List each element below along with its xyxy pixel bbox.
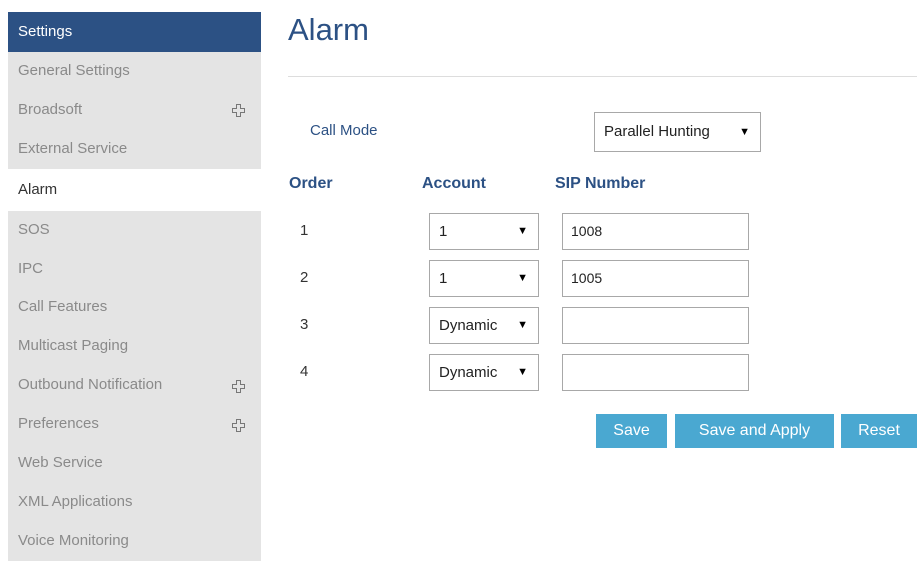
reset-button[interactable]: Reset bbox=[841, 414, 917, 448]
sidebar-item-label: General Settings bbox=[18, 62, 130, 79]
sidebar-item-label: SOS bbox=[18, 220, 50, 238]
sip-number-input[interactable]: 1005 bbox=[562, 260, 749, 297]
sidebar-item-xml-applications[interactable]: XML Applications bbox=[8, 483, 261, 522]
account-select[interactable]: 1 ▼ bbox=[429, 260, 539, 297]
sidebar-item-label: Web Service bbox=[18, 454, 103, 472]
dropdown-arrow-icon: ▼ bbox=[739, 126, 750, 138]
sidebar-item-label: Call Features bbox=[18, 298, 108, 316]
sidebar-item-label: External Service bbox=[18, 139, 128, 157]
account-select[interactable]: 1 ▼ bbox=[429, 213, 539, 250]
sidebar-item-outbound-notification[interactable]: Outbound Notification bbox=[8, 366, 261, 405]
dropdown-arrow-icon: ▼ bbox=[517, 225, 528, 237]
account-value: Dynamic bbox=[439, 317, 498, 334]
account-value: 1 bbox=[439, 270, 448, 287]
sidebar-item-call-features[interactable]: Call Features bbox=[8, 288, 261, 327]
save-button[interactable]: Save bbox=[596, 414, 667, 448]
dropdown-arrow-icon: ▼ bbox=[517, 319, 528, 331]
sidebar-item-label: XML Applications bbox=[18, 492, 133, 510]
sip-number-input[interactable]: 1008 bbox=[562, 213, 749, 250]
account-select[interactable]: Dynamic ▼ bbox=[429, 307, 539, 344]
sip-number-input[interactable] bbox=[562, 307, 749, 344]
call-mode-label: Call Mode bbox=[310, 122, 378, 139]
sidebar-item-broadsoft[interactable]: Broadsoft bbox=[8, 91, 261, 130]
sidebar-item-web-service[interactable]: Web Service bbox=[8, 444, 261, 483]
expand-plus-icon[interactable] bbox=[232, 104, 245, 118]
sidebar-item-multicast-paging[interactable]: Multicast Paging bbox=[8, 327, 261, 366]
sidebar-item-label: Voice Monitoring bbox=[18, 531, 129, 549]
account-value: 1 bbox=[439, 223, 448, 240]
sip-number-input[interactable] bbox=[562, 354, 749, 391]
sidebar-item-label: Outbound Notification bbox=[18, 376, 163, 394]
call-mode-select[interactable]: Parallel Hunting ▼ bbox=[594, 112, 761, 152]
sidebar-item-preferences[interactable]: Preferences bbox=[8, 405, 261, 444]
sidebar-item-external-service[interactable]: External Service bbox=[8, 130, 261, 169]
dropdown-arrow-icon: ▼ bbox=[517, 272, 528, 284]
row-order: 3 bbox=[300, 316, 309, 333]
expand-plus-icon[interactable] bbox=[232, 379, 245, 393]
expand-plus-icon[interactable] bbox=[232, 418, 245, 432]
column-header-sip-number: SIP Number bbox=[555, 175, 646, 192]
sidebar-item-voice-monitoring[interactable]: Voice Monitoring bbox=[8, 522, 261, 561]
column-header-order: Order bbox=[289, 175, 333, 192]
sidebar-item-sos[interactable]: SOS bbox=[8, 211, 261, 250]
page-title: Alarm bbox=[288, 12, 369, 47]
sidebar: Settings General Settings Broadsoft Exte… bbox=[8, 12, 261, 561]
sidebar-item-alarm[interactable]: Alarm bbox=[8, 168, 261, 211]
save-and-apply-button[interactable]: Save and Apply bbox=[675, 414, 834, 448]
sidebar-item-general-settings[interactable]: General Settings bbox=[8, 52, 261, 91]
account-select[interactable]: Dynamic ▼ bbox=[429, 354, 539, 391]
row-order: 4 bbox=[300, 363, 309, 380]
sidebar-item-label: IPC bbox=[18, 259, 44, 277]
sidebar-item-ipc[interactable]: IPC bbox=[8, 250, 261, 289]
dropdown-arrow-icon: ▼ bbox=[517, 366, 528, 378]
row-order: 2 bbox=[300, 269, 309, 286]
column-header-account: Account bbox=[422, 175, 486, 192]
sidebar-header: Settings bbox=[8, 12, 261, 52]
sidebar-item-label: Broadsoft bbox=[18, 100, 83, 118]
call-mode-value: Parallel Hunting bbox=[604, 123, 710, 140]
sidebar-item-label: Multicast Paging bbox=[18, 337, 129, 355]
sidebar-item-label: Preferences bbox=[18, 415, 99, 433]
sidebar-item-label: Alarm bbox=[18, 180, 58, 198]
title-divider bbox=[288, 76, 917, 77]
account-value: Dynamic bbox=[439, 364, 498, 381]
row-order: 1 bbox=[300, 222, 309, 239]
